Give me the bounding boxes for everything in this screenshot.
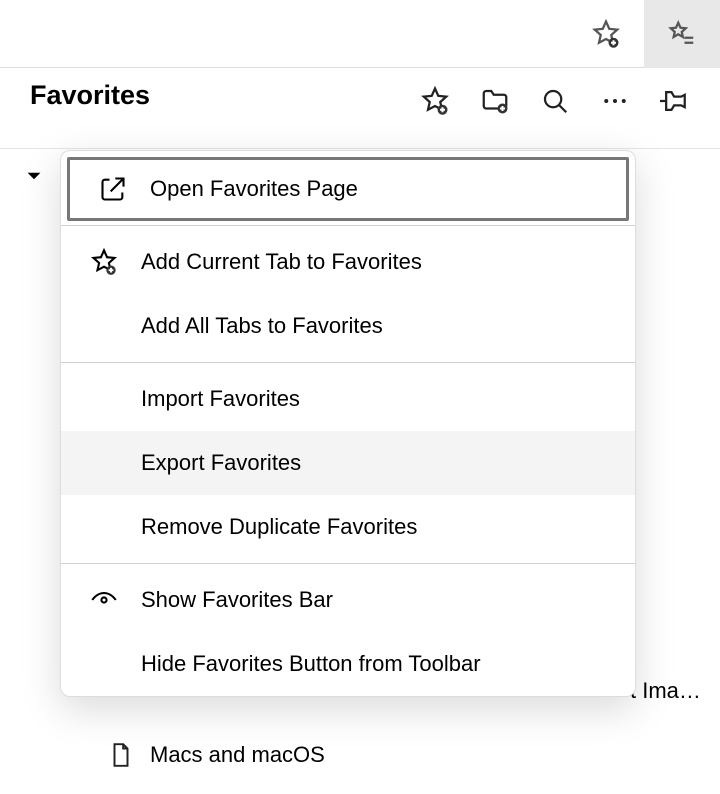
menu-item-label: Open Favorites Page — [150, 176, 358, 202]
menu-item-add-all[interactable]: Add All Tabs to Favorites — [61, 294, 635, 358]
search-action[interactable] — [534, 80, 576, 122]
list-item-label: Macs and macOS — [150, 742, 325, 768]
menu-item-label: Show Favorites Bar — [141, 587, 333, 613]
favorites-header: Favorites — [30, 80, 150, 111]
menu-item-export[interactable]: Export Favorites — [61, 431, 635, 495]
star-plus-icon — [591, 19, 621, 49]
ellipsis-icon — [600, 86, 630, 116]
pin-action[interactable] — [654, 80, 696, 122]
browser-toolbar — [0, 0, 720, 68]
menu-item-hide-button[interactable]: Hide Favorites Button from Toolbar — [61, 632, 635, 696]
favorites-header-actions — [414, 80, 696, 122]
pin-icon — [660, 86, 690, 116]
menu-item-label: Add Current Tab to Favorites — [141, 249, 422, 275]
menu-item-label: Remove Duplicate Favorites — [141, 514, 417, 540]
favorites-more-menu: Open Favorites Page Add Current Tab to F… — [60, 150, 636, 697]
folder-plus-icon — [480, 86, 510, 116]
menu-separator — [61, 563, 635, 564]
external-link-icon — [99, 175, 127, 203]
page-icon — [108, 742, 134, 768]
divider — [0, 148, 720, 149]
chevron-down-icon — [26, 168, 42, 184]
eye-icon — [90, 586, 118, 614]
favorites-list-button[interactable] — [644, 0, 720, 68]
star-plus-icon — [90, 248, 118, 276]
menu-item-label: Add All Tabs to Favorites — [141, 313, 383, 339]
more-action[interactable] — [594, 80, 636, 122]
add-favorite-action[interactable] — [414, 80, 456, 122]
menu-item-dedupe[interactable]: Remove Duplicate Favorites — [61, 495, 635, 559]
menu-item-label: Export Favorites — [141, 450, 301, 476]
page-title: Favorites — [30, 80, 150, 111]
search-icon — [540, 86, 570, 116]
tree-expand-toggle[interactable] — [26, 168, 42, 189]
menu-separator — [61, 362, 635, 363]
star-list-icon — [667, 19, 697, 49]
menu-item-import[interactable]: Import Favorites — [61, 367, 635, 431]
menu-item-show-bar[interactable]: Show Favorites Bar — [61, 568, 635, 632]
menu-item-open-page[interactable]: Open Favorites Page — [67, 157, 629, 221]
menu-item-label: Import Favorites — [141, 386, 300, 412]
add-favorite-button[interactable] — [568, 0, 644, 68]
menu-item-add-current[interactable]: Add Current Tab to Favorites — [61, 230, 635, 294]
add-folder-action[interactable] — [474, 80, 516, 122]
list-item[interactable]: t Ima… — [630, 678, 710, 704]
menu-separator — [61, 225, 635, 226]
menu-item-label: Hide Favorites Button from Toolbar — [141, 651, 481, 677]
list-item-label: t Ima… — [630, 678, 701, 704]
star-plus-icon — [420, 86, 450, 116]
list-item[interactable]: Macs and macOS — [108, 742, 325, 768]
